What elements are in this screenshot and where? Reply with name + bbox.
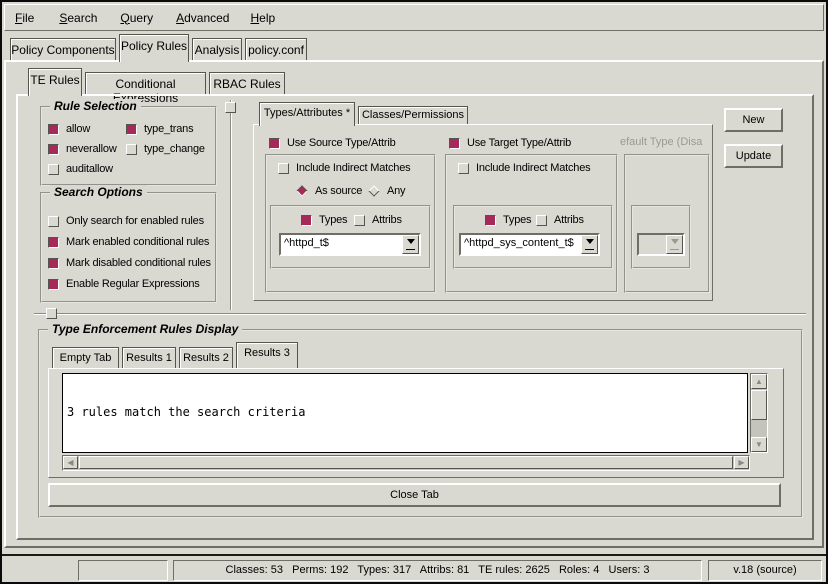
default-type-label: efault Type (Disa [620, 136, 710, 150]
menu-bar: File Search Query Advanced Help [4, 4, 824, 31]
tab-policy-conf[interactable]: policy.conf [245, 38, 307, 60]
scroll-left-icon[interactable]: ◀ [63, 456, 78, 469]
results-horizontal-scrollbar[interactable]: ◀ ▶ [62, 455, 750, 471]
tab-policy-rules[interactable]: Policy Rules [119, 34, 189, 62]
tab-results-1[interactable]: Results 1 [122, 347, 176, 368]
source-combo-arrow-icon[interactable] [402, 235, 419, 254]
update-button[interactable]: Update [724, 144, 783, 168]
status-empty-box [78, 560, 168, 581]
close-tab-button[interactable]: Close Tab [48, 483, 781, 507]
use-target-checkbox-box[interactable] [449, 138, 460, 149]
enable-regex-checkbox-box[interactable] [48, 279, 59, 290]
results-vertical-scrollbar[interactable]: ▲ ▼ [750, 373, 768, 453]
as-source-radio-diamond[interactable] [296, 185, 307, 196]
checkbox-source-types[interactable]: Types [301, 213, 347, 227]
menu-file[interactable]: File [9, 8, 40, 28]
checkbox-auditallow[interactable]: auditallow [48, 162, 113, 176]
checkbox-use-source[interactable]: Use Source Type/Attrib [269, 136, 396, 150]
default-type-combobox [637, 233, 685, 256]
only-enabled-checkbox-box[interactable] [48, 216, 59, 227]
results-text-area[interactable]: 3 rules match the search criteria (5822)… [62, 373, 748, 453]
tab-results-2[interactable]: Results 2 [179, 347, 233, 368]
checkbox-neverallow[interactable]: neverallow [48, 142, 117, 156]
source-types-checkbox-box[interactable] [301, 215, 312, 226]
menu-query[interactable]: Query [114, 8, 159, 28]
menu-help[interactable]: Help [244, 8, 281, 28]
statusbar-separator [2, 554, 826, 556]
status-stats: Classes: 53 Perms: 192 Types: 317 Attrib… [173, 560, 702, 581]
checkbox-only-enabled-rules[interactable]: Only search for enabled rules [48, 214, 204, 228]
scroll-up-icon[interactable]: ▲ [751, 374, 767, 389]
te-rules-display-title: Type Enforcement Rules Display [48, 322, 242, 336]
type-trans-checkbox-box[interactable] [126, 124, 137, 135]
rule-selection-title: Rule Selection [50, 99, 141, 113]
radio-as-source[interactable]: As source [296, 184, 362, 198]
checkbox-mark-enabled-conditional[interactable]: Mark enabled conditional rules [48, 235, 209, 249]
checkbox-target-indirect[interactable]: Include Indirect Matches [458, 161, 590, 175]
any-radio-diamond[interactable] [368, 185, 379, 196]
tab-types-attributes[interactable]: Types/Attributes * [259, 102, 355, 126]
use-source-checkbox-box[interactable] [269, 138, 280, 149]
mark-enabled-checkbox-box[interactable] [48, 237, 59, 248]
checkbox-use-target[interactable]: Use Target Type/Attrib [449, 136, 571, 150]
tab-policy-components[interactable]: Policy Components [10, 38, 116, 60]
new-button[interactable]: New [724, 108, 783, 132]
mark-disabled-checkbox-box[interactable] [48, 258, 59, 269]
tab-results-3[interactable]: Results 3 [236, 342, 298, 368]
apol-window: File Search Query Advanced Help Policy C… [0, 0, 828, 584]
status-version: v.18 (source) [708, 560, 822, 581]
auditallow-checkbox-box[interactable] [48, 164, 59, 175]
tab-rbac-rules[interactable]: RBAC Rules [209, 72, 285, 94]
scroll-down-icon[interactable]: ▼ [751, 437, 767, 452]
horizontal-scroll-thumb[interactable] [79, 456, 733, 469]
type-change-checkbox-box[interactable] [126, 144, 137, 155]
checkbox-type-trans[interactable]: type_trans [126, 122, 193, 136]
checkbox-type-change[interactable]: type_change [126, 142, 205, 156]
tab-analysis[interactable]: Analysis [192, 38, 242, 60]
tab-empty-tab[interactable]: Empty Tab [52, 347, 119, 368]
target-attribs-checkbox-box[interactable] [536, 215, 547, 226]
checkbox-mark-disabled-conditional[interactable]: Mark disabled conditional rules [48, 256, 211, 270]
menu-search[interactable]: Search [53, 8, 103, 28]
source-attribs-checkbox-box[interactable] [354, 215, 365, 226]
checkbox-target-types[interactable]: Types [485, 213, 531, 227]
search-options-title: Search Options [50, 185, 147, 199]
source-type-combobox[interactable]: ^httpd_t$ [279, 233, 421, 256]
scroll-right-icon[interactable]: ▶ [734, 456, 749, 469]
radio-any[interactable]: Any [368, 184, 405, 198]
target-types-checkbox-box[interactable] [485, 215, 496, 226]
vertical-sash[interactable] [230, 100, 232, 310]
checkbox-allow[interactable]: allow [48, 122, 90, 136]
checkbox-source-indirect[interactable]: Include Indirect Matches [278, 161, 410, 175]
horizontal-sash-handle[interactable] [46, 308, 57, 319]
target-type-combobox[interactable]: ^httpd_sys_content_t$ [459, 233, 600, 256]
tab-te-rules[interactable]: TE Rules [28, 68, 82, 96]
checkbox-target-attribs[interactable]: Attribs [536, 213, 584, 227]
tab-conditional-expressions[interactable]: Conditional Expressions [85, 72, 206, 94]
neverallow-checkbox-box[interactable] [48, 144, 59, 155]
target-combo-arrow-icon[interactable] [581, 235, 598, 254]
checkbox-source-attribs[interactable]: Attribs [354, 213, 402, 227]
menu-advanced[interactable]: Advanced [170, 8, 235, 28]
allow-checkbox-box[interactable] [48, 124, 59, 135]
vertical-scroll-thumb[interactable] [751, 390, 767, 420]
tab-classes-permissions[interactable]: Classes/Permissions [358, 106, 468, 124]
target-indirect-checkbox-box[interactable] [458, 163, 469, 174]
checkbox-enable-regex[interactable]: Enable Regular Expressions [48, 277, 200, 291]
results-summary: 3 rules match the search criteria [67, 405, 743, 419]
default-combo-arrow-icon [666, 235, 683, 254]
horizontal-sash[interactable] [34, 313, 806, 315]
vertical-sash-handle[interactable] [225, 102, 236, 113]
source-indirect-checkbox-box[interactable] [278, 163, 289, 174]
